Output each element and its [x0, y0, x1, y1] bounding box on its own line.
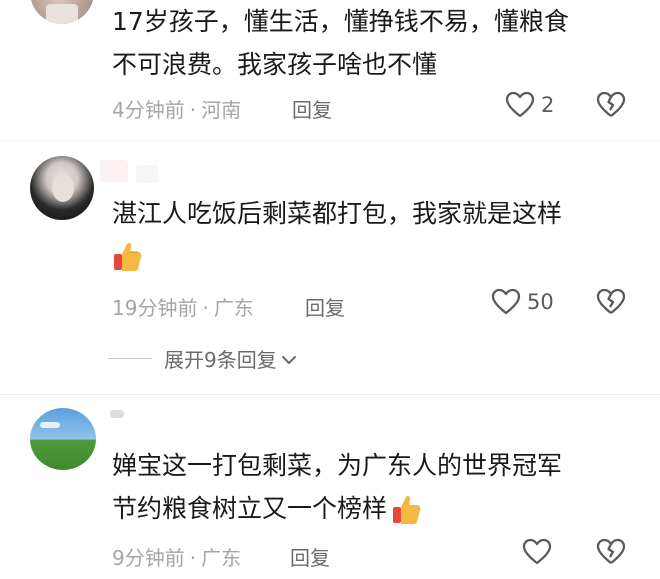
comment-text: 湛江人吃饭后剩菜都打包，我家就是这样 — [112, 199, 563, 228]
comment-text: 婵宝这一打包剩菜，为广东人的世界冠军 节约粮食树立又一个榜样 — [112, 444, 562, 530]
comment-meta: 9分钟前 · 广东 — [112, 542, 241, 571]
comment-time: 4分钟前 — [112, 98, 185, 122]
comment-location: 广东 — [201, 546, 242, 570]
divider — [0, 394, 660, 395]
heart-outline-icon — [491, 288, 521, 316]
avatar[interactable] — [30, 0, 94, 24]
dislike-button[interactable] — [596, 288, 626, 316]
broken-heart-icon — [596, 91, 626, 119]
comment-location: 河南 — [201, 98, 242, 122]
comment-list: 17岁孩子，懂生活，懂挣钱不易，懂粮食 不可浪费。我家孩子啥也不懂 4分钟前 · 河… — [0, 0, 660, 579]
meta-separator: · — [189, 98, 197, 122]
comment-time: 9分钟前 — [112, 546, 185, 570]
heart-outline-icon — [505, 91, 535, 119]
comment-text-line: 节约粮食树立又一个榜样 — [112, 494, 388, 523]
like-count: 50 — [527, 290, 554, 314]
avatar[interactable] — [30, 156, 94, 220]
broken-heart-icon — [596, 288, 626, 316]
meta-separator: · — [202, 296, 209, 320]
meta-separator: · — [189, 546, 197, 570]
thumbs-up-emoji — [110, 240, 144, 274]
comment-text: 17岁孩子，懂生活，懂挣钱不易，懂粮食 不可浪费。我家孩子啥也不懂 — [112, 7, 569, 79]
username-redacted — [100, 160, 128, 182]
expand-replies-button[interactable]: 展开9条回复 — [108, 344, 297, 373]
thumbs-up-emoji — [389, 487, 423, 530]
chevron-down-icon — [281, 347, 297, 371]
comment-location: 广东 — [213, 296, 254, 320]
like-button[interactable]: 2 — [505, 91, 554, 119]
comment-meta: 4分钟前 · 河南 — [112, 94, 241, 123]
broken-heart-icon — [596, 538, 626, 566]
heart-outline-icon — [522, 538, 552, 566]
dislike-button[interactable] — [596, 91, 626, 119]
expand-label: 展开9条回复 — [164, 348, 277, 372]
reply-button[interactable]: 回复 — [292, 94, 332, 123]
comment-time: 19分钟前 — [112, 296, 198, 320]
divider — [0, 140, 660, 141]
username-redacted — [136, 165, 158, 183]
reply-button[interactable]: 回复 — [305, 292, 345, 321]
expand-line — [108, 358, 152, 359]
comment-meta: 19分钟前 · 广东 — [112, 292, 254, 321]
like-button[interactable]: 50 — [491, 288, 554, 316]
username-redacted — [110, 410, 124, 418]
like-count: 2 — [541, 93, 555, 117]
reply-button[interactable]: 回复 — [290, 542, 330, 571]
avatar[interactable] — [30, 408, 96, 470]
dislike-button[interactable] — [596, 538, 626, 566]
like-button[interactable] — [522, 538, 552, 566]
